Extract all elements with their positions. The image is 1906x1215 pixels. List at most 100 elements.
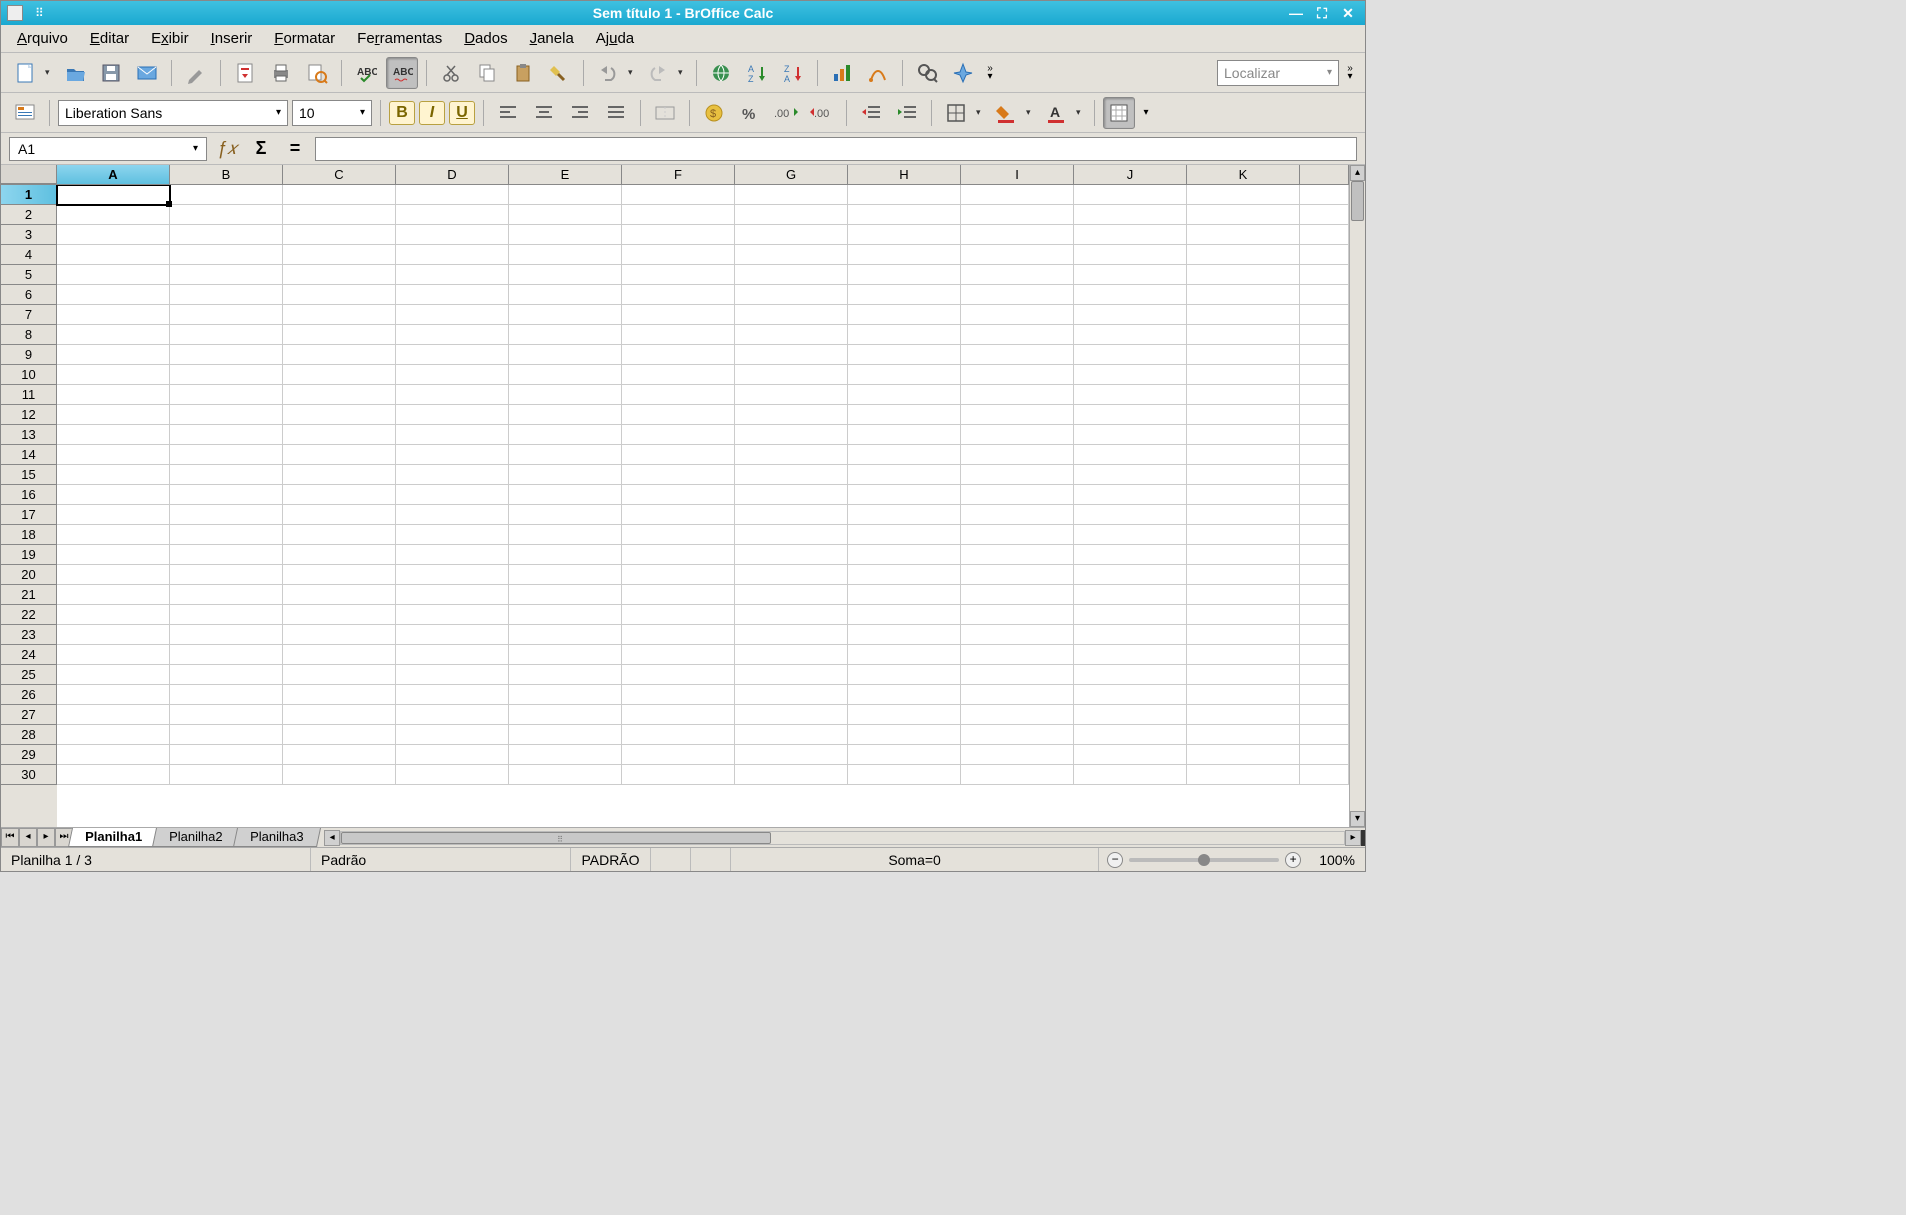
column-header-A[interactable]: A bbox=[57, 165, 170, 184]
find-replace-icon[interactable] bbox=[911, 57, 943, 89]
gridlines-toggle-icon[interactable] bbox=[1103, 97, 1135, 129]
cell-K10[interactable] bbox=[1187, 365, 1300, 385]
cell-I7[interactable] bbox=[961, 305, 1074, 325]
cell-I13[interactable] bbox=[961, 425, 1074, 445]
cell-F22[interactable] bbox=[622, 605, 735, 625]
column-header-I[interactable]: I bbox=[961, 165, 1074, 184]
email-document-icon[interactable] bbox=[131, 57, 163, 89]
cell-E6[interactable] bbox=[509, 285, 622, 305]
cell-J2[interactable] bbox=[1074, 205, 1187, 225]
cell-J26[interactable] bbox=[1074, 685, 1187, 705]
cell-E19[interactable] bbox=[509, 545, 622, 565]
cell-D1[interactable] bbox=[396, 185, 509, 205]
cell-B15[interactable] bbox=[170, 465, 283, 485]
column-header-G[interactable]: G bbox=[735, 165, 848, 184]
cell-F28[interactable] bbox=[622, 725, 735, 745]
status-selection-mode[interactable] bbox=[651, 848, 691, 871]
hscroll-track[interactable]: ⠿ bbox=[340, 831, 1345, 845]
zoom-in-icon[interactable]: + bbox=[1285, 852, 1301, 868]
cell-G28[interactable] bbox=[735, 725, 848, 745]
cell-J19[interactable] bbox=[1074, 545, 1187, 565]
cell-J27[interactable] bbox=[1074, 705, 1187, 725]
cell-D18[interactable] bbox=[396, 525, 509, 545]
cell-C11[interactable] bbox=[283, 385, 396, 405]
cell-G29[interactable] bbox=[735, 745, 848, 765]
function-wizard-icon[interactable]: ƒ𝑥 bbox=[215, 137, 239, 161]
cell-I23[interactable] bbox=[961, 625, 1074, 645]
cell-E25[interactable] bbox=[509, 665, 622, 685]
cell-K5[interactable] bbox=[1187, 265, 1300, 285]
italic-button[interactable]: I bbox=[419, 101, 445, 125]
show-draw-functions-icon[interactable] bbox=[862, 57, 894, 89]
cell-C4[interactable] bbox=[283, 245, 396, 265]
cell-F11[interactable] bbox=[622, 385, 735, 405]
cell-D28[interactable] bbox=[396, 725, 509, 745]
scroll-left-icon[interactable]: ◂ bbox=[324, 830, 340, 846]
cell-J1[interactable] bbox=[1074, 185, 1187, 205]
cell-G11[interactable] bbox=[735, 385, 848, 405]
sort-asc-icon[interactable]: AZ bbox=[741, 57, 773, 89]
background-color-dropdown[interactable]: ▾ bbox=[1026, 107, 1036, 118]
menu-inserir[interactable]: Inserir bbox=[201, 27, 263, 50]
cell-E26[interactable] bbox=[509, 685, 622, 705]
cell-J8[interactable] bbox=[1074, 325, 1187, 345]
cell-K21[interactable] bbox=[1187, 585, 1300, 605]
insert-chart-icon[interactable] bbox=[826, 57, 858, 89]
cell-J3[interactable] bbox=[1074, 225, 1187, 245]
cell-G23[interactable] bbox=[735, 625, 848, 645]
cell-K26[interactable] bbox=[1187, 685, 1300, 705]
cell-C22[interactable] bbox=[283, 605, 396, 625]
cell-D27[interactable] bbox=[396, 705, 509, 725]
cell-I6[interactable] bbox=[961, 285, 1074, 305]
cell-D30[interactable] bbox=[396, 765, 509, 785]
cell-A2[interactable] bbox=[57, 205, 170, 225]
cell-I29[interactable] bbox=[961, 745, 1074, 765]
cell-D24[interactable] bbox=[396, 645, 509, 665]
cell-I28[interactable] bbox=[961, 725, 1074, 745]
cell-H15[interactable] bbox=[848, 465, 961, 485]
cell-G10[interactable] bbox=[735, 365, 848, 385]
menu-ajuda[interactable]: Ajuda bbox=[586, 27, 644, 50]
menu-ferramentas[interactable]: Ferramentas bbox=[347, 27, 452, 50]
cell-B3[interactable] bbox=[170, 225, 283, 245]
cell-I8[interactable] bbox=[961, 325, 1074, 345]
cell-A3[interactable] bbox=[57, 225, 170, 245]
cell-F1[interactable] bbox=[622, 185, 735, 205]
cell-K19[interactable] bbox=[1187, 545, 1300, 565]
cell-B26[interactable] bbox=[170, 685, 283, 705]
cell-E13[interactable] bbox=[509, 425, 622, 445]
cell-C23[interactable] bbox=[283, 625, 396, 645]
cell-B12[interactable] bbox=[170, 405, 283, 425]
cell-G14[interactable] bbox=[735, 445, 848, 465]
cell-J20[interactable] bbox=[1074, 565, 1187, 585]
cell-G20[interactable] bbox=[735, 565, 848, 585]
cell-G17[interactable] bbox=[735, 505, 848, 525]
cell-D25[interactable] bbox=[396, 665, 509, 685]
cell-I24[interactable] bbox=[961, 645, 1074, 665]
cell-F27[interactable] bbox=[622, 705, 735, 725]
cell-G21[interactable] bbox=[735, 585, 848, 605]
cell-D14[interactable] bbox=[396, 445, 509, 465]
cell-I12[interactable] bbox=[961, 405, 1074, 425]
row-header-16[interactable]: 16 bbox=[1, 485, 57, 505]
cell-K13[interactable] bbox=[1187, 425, 1300, 445]
cell-B23[interactable] bbox=[170, 625, 283, 645]
cell-F7[interactable] bbox=[622, 305, 735, 325]
row-header-5[interactable]: 5 bbox=[1, 265, 57, 285]
cell-B9[interactable] bbox=[170, 345, 283, 365]
cell-E15[interactable] bbox=[509, 465, 622, 485]
cell-C13[interactable] bbox=[283, 425, 396, 445]
cell-F30[interactable] bbox=[622, 765, 735, 785]
cell-E20[interactable] bbox=[509, 565, 622, 585]
cell-G6[interactable] bbox=[735, 285, 848, 305]
cell-B6[interactable] bbox=[170, 285, 283, 305]
cell-I2[interactable] bbox=[961, 205, 1074, 225]
row-header-30[interactable]: 30 bbox=[1, 765, 57, 785]
cell-K9[interactable] bbox=[1187, 345, 1300, 365]
column-header-E[interactable]: E bbox=[509, 165, 622, 184]
cell-J24[interactable] bbox=[1074, 645, 1187, 665]
row-header-20[interactable]: 20 bbox=[1, 565, 57, 585]
cell-F8[interactable] bbox=[622, 325, 735, 345]
cell-H30[interactable] bbox=[848, 765, 961, 785]
cell-D4[interactable] bbox=[396, 245, 509, 265]
